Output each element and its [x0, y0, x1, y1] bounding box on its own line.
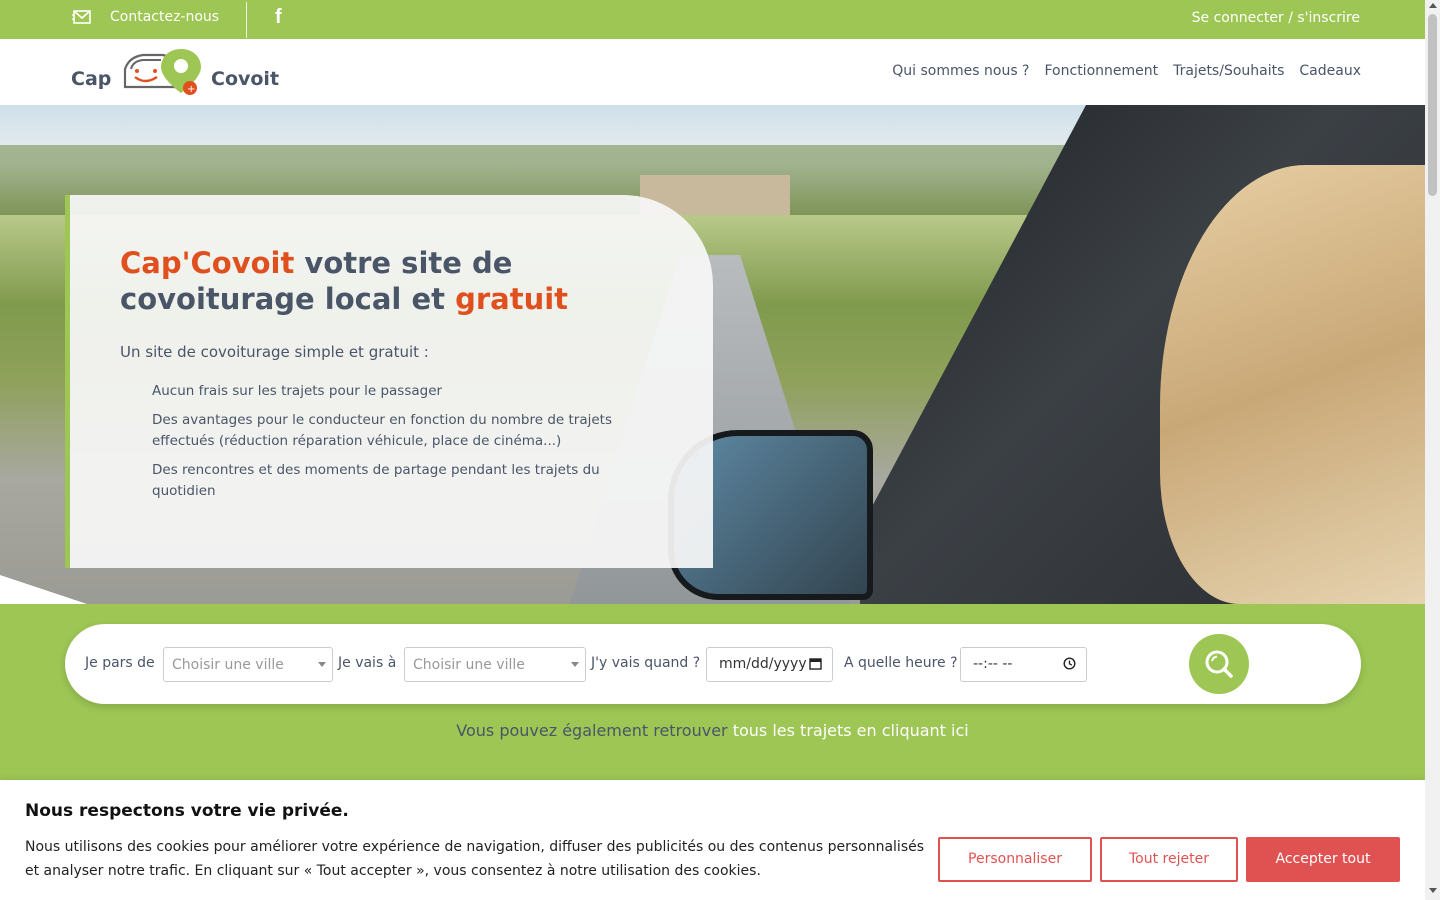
- all-trips-prefix: Vous pouvez également retrouver: [456, 721, 733, 740]
- all-trips-link[interactable]: tous les trajets en cliquant ici: [733, 721, 969, 740]
- logo-word-covoit: Covoit: [211, 68, 280, 90]
- scrollbar[interactable]: [1425, 0, 1440, 900]
- hero-benefits-list: Aucun frais sur les trajets pour le pass…: [152, 381, 652, 510]
- search-icon: [1205, 650, 1233, 678]
- time-input[interactable]: --:-- --: [960, 647, 1087, 682]
- cookie-title: Nous respectons votre vie privée.: [25, 801, 349, 821]
- list-item: Des rencontres et des moments de partage…: [152, 462, 600, 499]
- nav-item-gifts[interactable]: Cadeaux: [1299, 63, 1361, 79]
- from-label: Je pars de: [85, 655, 155, 671]
- clock-icon[interactable]: [1063, 657, 1076, 670]
- scroll-down-icon[interactable]: [1429, 888, 1437, 893]
- cookie-text: Nous utilisons des cookies pour améliore…: [25, 839, 925, 879]
- contact-link[interactable]: Contactez-nous: [72, 9, 219, 25]
- from-city-placeholder: Choisir une ville: [172, 657, 284, 673]
- search-button[interactable]: [1189, 634, 1249, 694]
- scrollbar-thumb[interactable]: [1428, 14, 1437, 196]
- time-label: A quelle heure ?: [844, 655, 958, 671]
- hero-banner: Cap'Covoit votre site de covoiturage loc…: [0, 105, 1425, 604]
- chevron-down-icon: [571, 662, 579, 667]
- all-trips-note: Vous pouvez également retrouver tous les…: [0, 721, 1425, 740]
- svg-text:+: +: [187, 84, 195, 95]
- date-placeholder: mm/dd/yyyy: [719, 656, 807, 672]
- hero-bottom-curve: [0, 575, 120, 604]
- site-logo[interactable]: Cap + Covoit: [71, 47, 281, 99]
- nav-item-how-it-works[interactable]: Fonctionnement: [1045, 63, 1159, 79]
- reject-all-button[interactable]: Tout rejeter: [1100, 837, 1238, 882]
- hero-title: Cap'Covoit votre site de covoiturage loc…: [120, 245, 640, 317]
- contact-label: Contactez-nous: [110, 9, 220, 25]
- login-signup-link[interactable]: Se connecter / s'inscrire: [1192, 10, 1360, 26]
- hero-title-end: gratuit: [455, 282, 569, 316]
- search-section: Je pars de Choisir une ville Je vais à C…: [0, 604, 1425, 780]
- logo-word-cap: Cap: [71, 68, 112, 90]
- nav-item-about[interactable]: Qui sommes nous ?: [892, 63, 1029, 79]
- trip-search-bar: Je pars de Choisir une ville Je vais à C…: [65, 624, 1361, 704]
- top-bar: Contactez-nous f Se connecter / s'inscri…: [0, 0, 1425, 39]
- list-item: Aucun frais sur les trajets pour le pass…: [152, 383, 443, 399]
- time-placeholder: --:-- --: [973, 656, 1013, 672]
- envelope-icon: [72, 10, 91, 24]
- list-item: Des avantages pour le conducteur en fonc…: [152, 412, 613, 449]
- customize-button[interactable]: Personnaliser: [938, 837, 1092, 882]
- to-city-select[interactable]: Choisir une ville: [404, 647, 586, 682]
- cookie-banner: Nous respectons votre vie privée. Nous u…: [0, 780, 1425, 900]
- date-label: J'y vais quand ?: [591, 655, 701, 671]
- calendar-icon[interactable]: [809, 657, 822, 670]
- to-label: Je vais à: [338, 655, 397, 671]
- main-nav: Qui sommes nous ? Fonctionnement Trajets…: [892, 63, 1361, 79]
- hero-card: Cap'Covoit votre site de covoiturage loc…: [65, 195, 713, 568]
- hero-lead: Un site de covoiturage simple et gratuit…: [120, 343, 429, 361]
- to-city-placeholder: Choisir une ville: [413, 657, 525, 673]
- nav-item-trips[interactable]: Trajets/Souhaits: [1173, 63, 1284, 79]
- site-header: Cap + Covoit Qui sommes nous ? Fonctionn…: [0, 39, 1425, 105]
- from-city-select[interactable]: Choisir une ville: [163, 647, 333, 682]
- accept-all-button[interactable]: Accepter tout: [1246, 837, 1400, 882]
- facebook-icon[interactable]: f: [275, 6, 282, 29]
- topbar-divider: [246, 2, 247, 38]
- hero-title-brand: Cap'Covoit: [120, 246, 295, 280]
- scroll-up-icon[interactable]: [1429, 3, 1437, 8]
- map-pin-icon: +: [123, 49, 201, 95]
- date-input[interactable]: mm/dd/yyyy: [706, 647, 833, 682]
- chevron-down-icon: [318, 662, 326, 667]
